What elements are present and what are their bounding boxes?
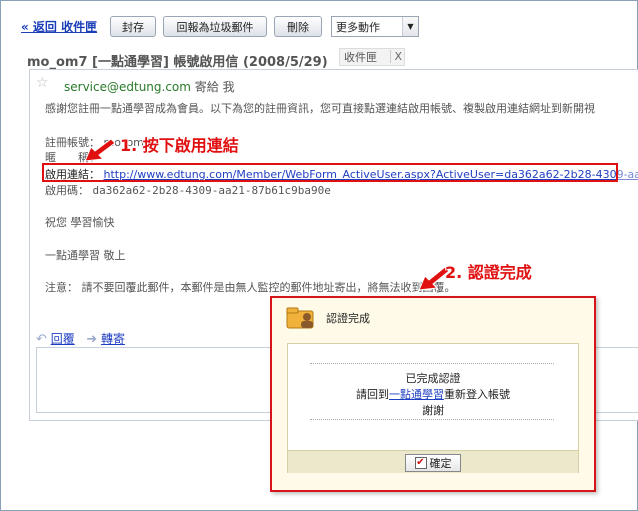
red-pointer-arrow-icon — [84, 138, 116, 162]
report-spam-button[interactable]: 回報為垃圾郵件 — [163, 16, 267, 37]
code-label: 啟用碼： — [45, 184, 89, 197]
dialog-content: 已完成認證 請回到一點通學習重新登入帳號 謝謝 ✔ 確定 — [287, 343, 579, 473]
wish-text: 祝您 學習愉快 — [45, 216, 115, 229]
activation-highlight-box — [42, 163, 618, 182]
reply-bar: ↶ 回覆 ➜ 轉寄 — [36, 330, 125, 347]
dialog-line-2-prefix: 請回到 — [356, 388, 389, 401]
dialog-line-1: 已完成認證 — [405, 372, 461, 385]
inbox-label-text: 收件匣 — [344, 51, 377, 64]
forward-link[interactable]: 轉寄 — [101, 332, 125, 346]
delete-button[interactable]: 刪除 — [274, 16, 322, 37]
remove-label-icon[interactable]: X — [390, 50, 402, 63]
reply-arrow-icon: ↶ — [36, 332, 47, 347]
ok-button-label: 確定 — [429, 457, 452, 470]
check-icon: ✔ — [414, 457, 427, 469]
back-to-inbox-link[interactable]: « 返回 收件匣 — [21, 18, 97, 35]
divider — [310, 363, 554, 364]
dropdown-arrow-icon: ▼ — [402, 17, 418, 36]
dialog-header: 認證完成 — [272, 298, 594, 336]
archive-button[interactable]: 封存 — [110, 16, 156, 37]
verification-dialog: 認證完成 已完成認證 請回到一點通學習重新登入帳號 謝謝 ✔ 確定 — [270, 296, 596, 492]
code-value: da362a62-2b28-4309-aa21-87b61c9ba90e — [92, 184, 331, 197]
notice-text: 注意： 請不要回覆此郵件，本郵件是由無人監控的郵件地址寄出，將無法收到回覆。 — [45, 281, 456, 294]
dialog-footer: ✔ 確定 — [288, 450, 578, 473]
inbox-label-chip[interactable]: 收件匣 X — [339, 48, 405, 66]
dialog-line-3: 謝謝 — [422, 404, 444, 417]
sender-line: service@edtung.com 寄給 我 — [64, 78, 235, 95]
ok-button[interactable]: ✔ 確定 — [405, 454, 461, 472]
code-line: 啟用碼： da362a62-2b28-4309-aa21-87b61c9ba90… — [45, 182, 331, 198]
step2-annotation: 2. 認證完成 — [445, 263, 532, 282]
reply-link[interactable]: 回覆 — [51, 332, 75, 346]
toolbar: « 返回 收件匣 封存 回報為垃圾郵件 刪除 更多動作 ▼ — [1, 1, 637, 47]
divider — [310, 419, 554, 420]
more-actions-dropdown[interactable]: 更多動作 ▼ — [331, 16, 419, 37]
dialog-line-2-suffix: 重新登入帳號 — [444, 388, 510, 401]
site-link[interactable]: 一點通學習 — [389, 388, 444, 401]
forward-arrow-icon: ➜ — [86, 332, 98, 347]
folder-user-icon — [286, 307, 314, 329]
intro-text: 感謝您註冊一點通學習成為會員。以下為您的註冊資訊，您可直接點選連結啟用帳號、複製… — [45, 102, 595, 115]
dialog-title: 認證完成 — [326, 312, 370, 325]
recipient-text: 寄給 我 — [194, 80, 235, 94]
more-actions-label: 更多動作 — [336, 20, 380, 34]
activation-link-tail[interactable]: 9-aa — [617, 168, 638, 181]
dialog-line-2: 請回到一點通學習重新登入帳號 — [288, 386, 578, 402]
message-subject: mo_om7 [一點通學習] 帳號啟用信 (2008/5/29) — [27, 55, 328, 70]
sender-address[interactable]: service@edtung.com — [64, 80, 191, 94]
star-icon[interactable]: ☆ — [36, 75, 49, 91]
step1-annotation: 1. 按下啟用連結 — [120, 136, 239, 155]
signature-text: 一點通學習 敬上 — [45, 249, 126, 262]
